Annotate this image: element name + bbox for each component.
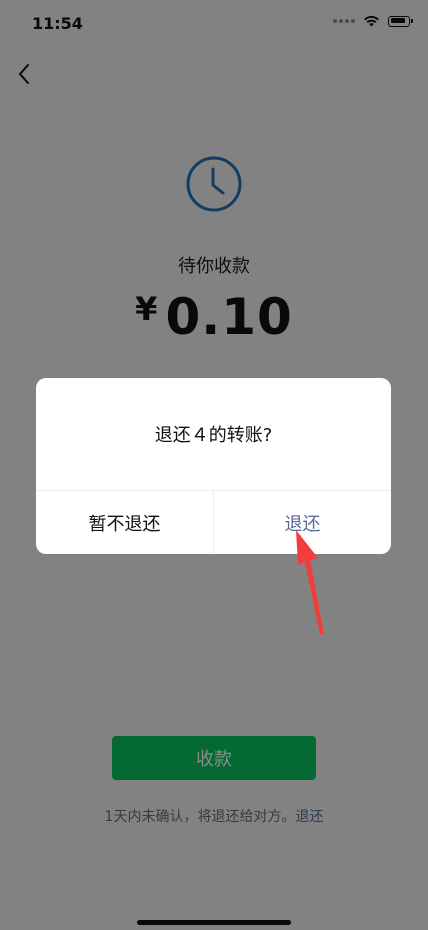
return-confirm-dialog: 退还４的转账? 暂不退还 退还 (36, 378, 391, 554)
confirm-return-button[interactable]: 退还 (214, 491, 391, 554)
dont-return-button[interactable]: 暂不退还 (36, 491, 213, 554)
dialog-title: 退还４的转账? (154, 425, 273, 446)
